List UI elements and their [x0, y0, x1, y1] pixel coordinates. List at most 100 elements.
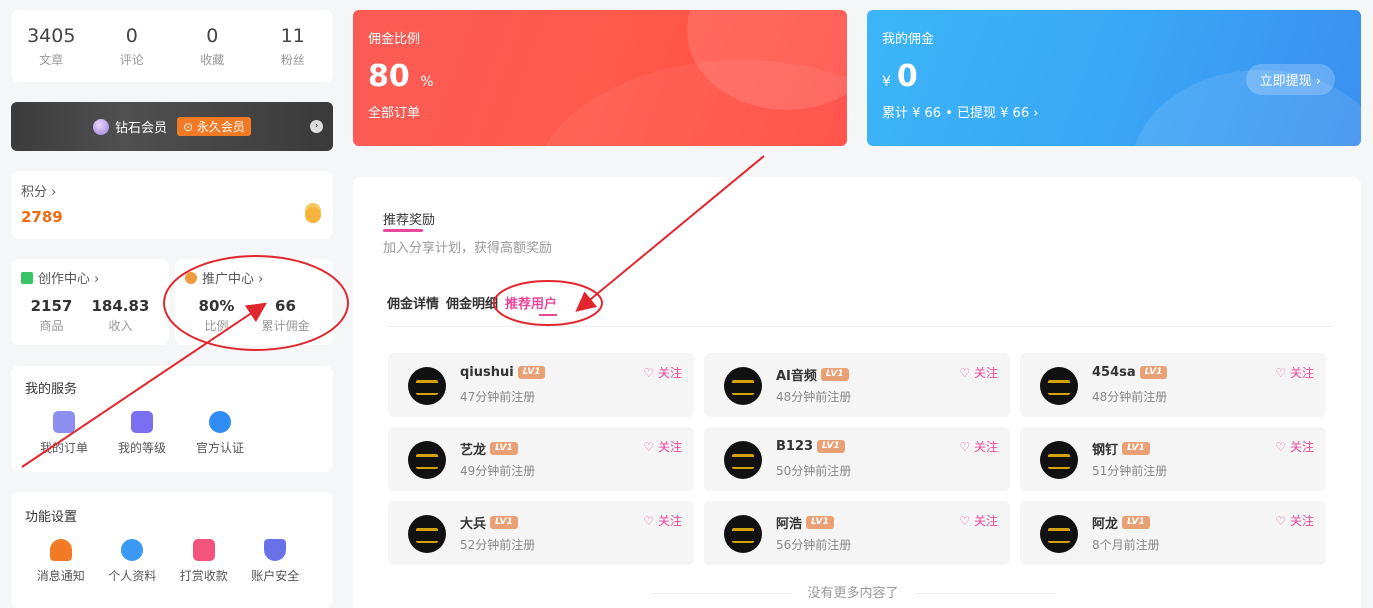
- promotion-label: 累计佣金: [261, 319, 310, 333]
- setting-label: 消息通知: [36, 569, 85, 583]
- follow-button[interactable]: ♡ 关注: [1275, 438, 1314, 455]
- user-card[interactable]: qiushui LV1 47分钟前注册 ♡ 关注: [388, 353, 694, 417]
- setting-tips[interactable]: 打赏收款: [168, 539, 240, 584]
- service-level[interactable]: 我的等级: [103, 411, 181, 456]
- setting-security[interactable]: 账户安全: [240, 539, 312, 584]
- user-icon: [121, 539, 144, 561]
- user-name[interactable]: B123: [776, 439, 813, 454]
- follow-button[interactable]: ♡ 关注: [643, 512, 682, 529]
- stat-favorites[interactable]: 0 收藏: [177, 24, 247, 68]
- commission-subtitle: 全部订单: [368, 106, 421, 121]
- tab-referred-users[interactable]: 推荐用户: [505, 293, 557, 312]
- user-name[interactable]: 钢钉: [1092, 439, 1118, 458]
- register-time: 56分钟前注册: [776, 538, 852, 552]
- avatar[interactable]: [724, 441, 762, 479]
- my-commission-value: 0: [896, 59, 918, 94]
- follow-button[interactable]: ♡ 关注: [1275, 512, 1314, 529]
- vip-banner[interactable]: 钻石会员 ⊙ 永久会员 ›: [11, 102, 333, 151]
- promotion-label: 比例: [204, 319, 229, 333]
- creation-title[interactable]: 创作中心 ›: [38, 268, 99, 287]
- service-label: 官方认证: [195, 441, 244, 455]
- withdraw-button[interactable]: 立即提现 ›: [1245, 64, 1335, 95]
- points-title[interactable]: 积分 ›: [21, 181, 323, 200]
- user-name[interactable]: 454sa: [1092, 365, 1136, 380]
- my-commission-title: 我的佣金: [882, 32, 935, 47]
- avatar[interactable]: [724, 515, 762, 553]
- register-time: 51分钟前注册: [1092, 464, 1168, 478]
- register-time: 47分钟前注册: [460, 390, 536, 404]
- service-label: 我的等级: [117, 441, 166, 455]
- stat-num: 0: [206, 25, 219, 47]
- promotion-num: 66: [275, 297, 296, 315]
- promotion-num: 80%: [198, 297, 235, 315]
- avatar[interactable]: [408, 367, 446, 405]
- user-card[interactable]: 钢钉 LV1 51分钟前注册 ♡ 关注: [1020, 427, 1326, 491]
- service-orders[interactable]: 我的订单: [25, 411, 103, 456]
- avatar[interactable]: [1040, 441, 1078, 479]
- verified-badge-icon: [209, 411, 231, 433]
- user-name-row: 大兵 LV1: [460, 513, 518, 532]
- avatar[interactable]: [1040, 515, 1078, 553]
- follow-button[interactable]: ♡ 关注: [643, 364, 682, 381]
- panel-subtitle: 加入分享计划，获得高额奖励: [383, 241, 553, 256]
- register-time: 52分钟前注册: [460, 538, 536, 552]
- user-name-row: 艺龙 LV1: [460, 439, 518, 458]
- user-card[interactable]: 阿龙 LV1 8个月前注册 ♡ 关注: [1020, 501, 1326, 565]
- avatar[interactable]: [724, 367, 762, 405]
- user-name[interactable]: 大兵: [460, 513, 486, 532]
- setting-profile[interactable]: 个人资料: [97, 539, 169, 584]
- creation-num: 2157: [30, 297, 73, 315]
- orders-icon: [53, 411, 75, 433]
- creation-center-card[interactable]: 创作中心 › 2157 商品 184.83 收入: [11, 259, 169, 345]
- diamond-icon: [93, 118, 110, 135]
- tab-commission-ledger[interactable]: 佣金明细: [446, 293, 498, 312]
- user-name[interactable]: 阿浩: [776, 513, 802, 532]
- user-card[interactable]: 大兵 LV1 52分钟前注册 ♡ 关注: [388, 501, 694, 565]
- user-name[interactable]: qiushui: [460, 365, 514, 380]
- user-name[interactable]: 阿龙: [1092, 513, 1118, 532]
- creation-label: 收入: [108, 319, 133, 333]
- level-badge: LV1: [806, 516, 834, 529]
- stat-fans[interactable]: 11 粉丝: [258, 24, 328, 68]
- panel-title: 推荐奖励: [383, 213, 436, 228]
- commission-value-row: 80 %: [368, 59, 832, 94]
- register-time: 49分钟前注册: [460, 464, 536, 478]
- user-name[interactable]: 艺龙: [460, 439, 486, 458]
- currency-symbol: ¥: [882, 74, 891, 90]
- commission-value: 80: [368, 59, 410, 94]
- service-verify[interactable]: 官方认证: [181, 411, 259, 456]
- tab-commission-details[interactable]: 佣金详情: [387, 293, 439, 312]
- commission-title: 佣金比例: [368, 32, 421, 47]
- setting-notifications[interactable]: 消息通知: [25, 539, 97, 584]
- avatar[interactable]: [408, 441, 446, 479]
- stat-comments[interactable]: 0 评论: [97, 24, 167, 68]
- points-card[interactable]: 积分 › 2789: [11, 171, 333, 239]
- stats-card: 3405 文章 0 评论 0 收藏 11 粉丝: [11, 10, 333, 82]
- follow-button[interactable]: ♡ 关注: [1275, 364, 1314, 381]
- follow-button[interactable]: ♡ 关注: [959, 438, 998, 455]
- stat-articles[interactable]: 3405 文章: [16, 24, 86, 68]
- follow-button[interactable]: ♡ 关注: [959, 512, 998, 529]
- user-card[interactable]: 454sa LV1 48分钟前注册 ♡ 关注: [1020, 353, 1326, 417]
- chevron-right-icon[interactable]: ›: [310, 120, 323, 133]
- level-badge: LV1: [1122, 516, 1150, 529]
- user-card[interactable]: AI音频 LV1 48分钟前注册 ♡ 关注: [704, 353, 1010, 417]
- user-card[interactable]: B123 LV1 50分钟前注册 ♡ 关注: [704, 427, 1010, 491]
- level-badge: LV1: [490, 442, 518, 455]
- avatar[interactable]: [408, 515, 446, 553]
- level-badge: LV1: [490, 516, 518, 529]
- my-commission-summary[interactable]: 累计 ¥ 66 • 已提现 ¥ 66 ›: [882, 102, 1346, 121]
- follow-button[interactable]: ♡ 关注: [643, 438, 682, 455]
- level-badge: LV1: [1122, 442, 1150, 455]
- referral-panel: 推荐奖励 加入分享计划，获得高额奖励 佣金详情 佣金明细 推荐用户 qiushu…: [353, 177, 1361, 608]
- avatar[interactable]: [1040, 367, 1078, 405]
- stat-num: 0: [125, 25, 138, 47]
- user-card[interactable]: 艺龙 LV1 49分钟前注册 ♡ 关注: [388, 427, 694, 491]
- promotion-center-card[interactable]: 推广中心 › 80% 比例 66 累计佣金: [175, 259, 333, 345]
- follow-button[interactable]: ♡ 关注: [959, 364, 998, 381]
- promotion-title[interactable]: 推广中心 ›: [202, 268, 263, 287]
- user-name[interactable]: AI音频: [776, 365, 817, 384]
- user-card[interactable]: 阿浩 LV1 56分钟前注册 ♡ 关注: [704, 501, 1010, 565]
- vip-title: 钻石会员: [115, 121, 168, 136]
- user-name-row: AI音频 LV1: [776, 365, 849, 384]
